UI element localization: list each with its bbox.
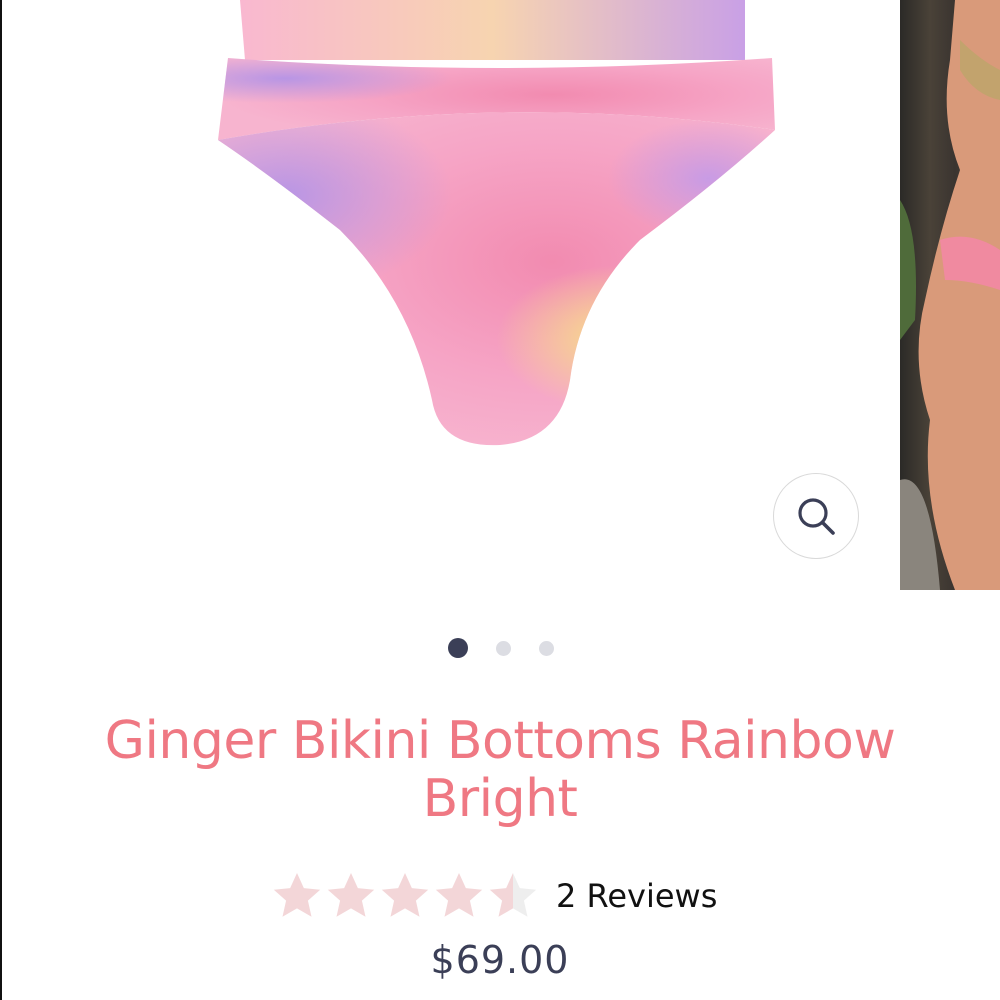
next-product-image[interactable] — [900, 0, 1000, 590]
product-price: $69.00 — [430, 938, 570, 982]
star-half-icon — [489, 873, 537, 917]
product-image-carousel[interactable] — [0, 0, 1000, 600]
reviews-link[interactable]: 2 Reviews — [556, 877, 717, 915]
star-icon — [327, 873, 375, 917]
rating-row[interactable]: 2 Reviews — [270, 866, 717, 926]
zoom-button[interactable] — [773, 473, 859, 559]
carousel-dot-2[interactable] — [496, 641, 511, 656]
star-icon — [435, 873, 483, 917]
star-rating[interactable] — [270, 869, 540, 923]
search-icon — [798, 498, 835, 535]
product-title: Ginger Bikini Bottoms Rainbow Bright — [104, 711, 896, 829]
star-icon — [273, 873, 321, 917]
carousel-dot-3[interactable] — [539, 641, 554, 656]
carousel-dot-1[interactable] — [448, 638, 468, 658]
model-photo — [900, 0, 1000, 590]
star-icon — [381, 873, 429, 917]
product-image — [218, 0, 775, 446]
